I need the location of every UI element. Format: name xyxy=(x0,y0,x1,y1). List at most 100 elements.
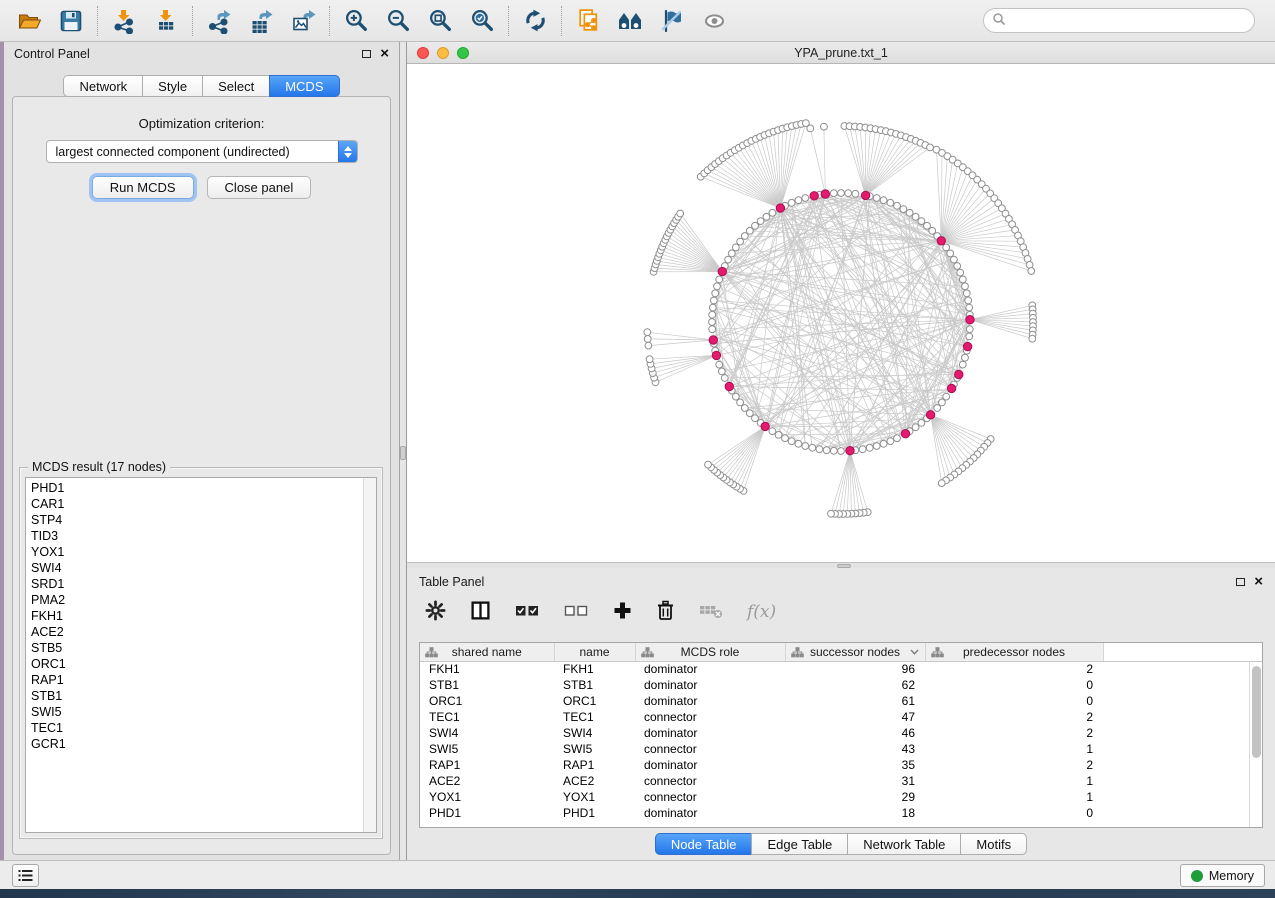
table-cell: STB1 xyxy=(554,677,635,693)
apply-preferred-layout-icon[interactable] xyxy=(514,3,556,39)
mcds-result-title: MCDS result (17 nodes) xyxy=(28,460,170,474)
status-bar: Memory xyxy=(0,860,1275,889)
import-table-icon[interactable] xyxy=(145,3,187,39)
export-network-icon[interactable] xyxy=(198,3,240,39)
save-session-icon[interactable] xyxy=(50,3,92,39)
result-node[interactable]: STB1 xyxy=(31,688,376,704)
export-image-icon[interactable] xyxy=(282,3,324,39)
tab-select[interactable]: Select xyxy=(202,75,269,97)
table-row[interactable]: PHD1PHD1dominator180 xyxy=(420,805,1262,821)
search-input[interactable] xyxy=(1011,11,1254,31)
tab-style[interactable]: Style xyxy=(142,75,202,97)
result-node[interactable]: RAP1 xyxy=(31,672,376,688)
column-header-predecessor-nodes[interactable]: predecessor nodes xyxy=(925,643,1103,661)
table-row[interactable]: STB1STB1dominator620 xyxy=(420,677,1262,693)
tab-network[interactable]: Network xyxy=(63,75,142,97)
close-table-panel-icon[interactable]: × xyxy=(1254,576,1263,588)
memory-button[interactable]: Memory xyxy=(1180,864,1265,887)
float-panel-icon[interactable] xyxy=(362,50,371,58)
table-tab-node-table[interactable]: Node Table xyxy=(655,833,752,855)
table-tab-network-table[interactable]: Network Table xyxy=(847,833,960,855)
table-options-gear-icon[interactable] xyxy=(425,600,446,624)
result-node[interactable]: YOX1 xyxy=(31,544,376,560)
result-node[interactable]: PMA2 xyxy=(31,592,376,608)
table-row[interactable]: TEC1TEC1connector472 xyxy=(420,709,1262,725)
delete-table-icon[interactable] xyxy=(699,602,723,623)
close-panel-button[interactable]: Close panel xyxy=(207,176,312,199)
optimization-criterion-select[interactable]: largest connected component (undirected) xyxy=(46,140,358,163)
network-graph[interactable] xyxy=(407,64,1275,562)
new-network-from-selection-icon[interactable] xyxy=(567,3,609,39)
table-toolbar: f(x) xyxy=(407,594,1275,630)
network-canvas[interactable] xyxy=(407,64,1275,562)
table-tab-motifs[interactable]: Motifs xyxy=(960,833,1027,855)
network-search-field[interactable] xyxy=(983,8,1255,33)
column-header-successor-nodes[interactable]: successor nodes xyxy=(785,643,925,661)
table-row[interactable]: RAP1RAP1dominator352 xyxy=(420,757,1262,773)
result-list-scrollbar[interactable] xyxy=(363,478,376,832)
table-cell: ACE2 xyxy=(420,773,554,789)
task-history-button[interactable] xyxy=(12,864,39,887)
control-panel-tabs: NetworkStyleSelectMCDS xyxy=(4,75,399,97)
zoom-out-icon[interactable] xyxy=(377,3,419,39)
result-node[interactable]: ORC1 xyxy=(31,656,376,672)
column-header-shared-name[interactable]: shared name xyxy=(420,643,554,661)
table-cell: dominator xyxy=(635,757,785,773)
zoom-selected-icon[interactable] xyxy=(461,3,503,39)
table-cell: ORC1 xyxy=(554,693,635,709)
result-node[interactable]: TID3 xyxy=(31,528,376,544)
network-window-title: YPA_prune.txt_1 xyxy=(407,46,1275,60)
hide-selected-icon[interactable] xyxy=(651,3,693,39)
result-node[interactable]: TEC1 xyxy=(31,720,376,736)
select-all-columns-icon[interactable] xyxy=(515,603,540,622)
close-panel-icon[interactable]: × xyxy=(380,48,389,60)
export-table-icon[interactable] xyxy=(240,3,282,39)
result-node[interactable]: FKH1 xyxy=(31,608,376,624)
zoom-in-icon[interactable] xyxy=(335,3,377,39)
result-node[interactable]: GCR1 xyxy=(31,736,376,752)
show-all-icon[interactable] xyxy=(693,3,735,39)
mcds-result-list[interactable]: PHD1CAR1STP4TID3YOX1SWI4SRD1PMA2FKH1ACE2… xyxy=(25,477,377,833)
table-cell: 0 xyxy=(925,693,1103,709)
table-panel: Table Panel × f(x) shared namenameMCDS r… xyxy=(407,568,1275,860)
result-node[interactable]: SRD1 xyxy=(31,576,376,592)
table-row[interactable]: SWI5SWI5connector431 xyxy=(420,741,1262,757)
table-row[interactable]: ORC1ORC1dominator610 xyxy=(420,693,1262,709)
table-tab-edge-table[interactable]: Edge Table xyxy=(751,833,847,855)
result-node[interactable]: ACE2 xyxy=(31,624,376,640)
table-cell: SWI5 xyxy=(554,741,635,757)
result-node[interactable]: SWI4 xyxy=(31,560,376,576)
first-neighbors-icon[interactable] xyxy=(609,3,651,39)
result-node[interactable]: STP4 xyxy=(31,512,376,528)
result-node[interactable]: CAR1 xyxy=(31,496,376,512)
result-node[interactable]: SWI5 xyxy=(31,704,376,720)
create-new-column-icon[interactable] xyxy=(613,601,632,623)
run-mcds-button[interactable]: Run MCDS xyxy=(92,176,194,199)
float-table-panel-icon[interactable] xyxy=(1236,578,1245,586)
table-cell: 46 xyxy=(785,725,925,741)
network-window-titlebar[interactable]: YPA_prune.txt_1 xyxy=(407,42,1275,64)
table-row[interactable]: FKH1FKH1dominator962 xyxy=(420,661,1262,677)
tab-mcds[interactable]: MCDS xyxy=(269,75,339,97)
function-builder-icon[interactable]: f(x) xyxy=(747,602,776,622)
result-node[interactable]: STB5 xyxy=(31,640,376,656)
show-column-icon[interactable] xyxy=(470,600,491,624)
zoom-fit-content-icon[interactable] xyxy=(419,3,461,39)
open-session-icon[interactable] xyxy=(8,3,50,39)
table-cell: 47 xyxy=(785,709,925,725)
result-node[interactable]: PHD1 xyxy=(31,480,376,496)
column-header-name[interactable]: name xyxy=(554,643,635,661)
deselect-all-columns-icon[interactable] xyxy=(564,603,589,622)
table-row[interactable]: YOX1YOX1connector291 xyxy=(420,789,1262,805)
delete-columns-icon[interactable] xyxy=(656,600,675,624)
table-cell-filler xyxy=(1103,741,1262,757)
column-header-MCDS-role[interactable]: MCDS role xyxy=(635,643,785,661)
table-cell: PHD1 xyxy=(554,805,635,821)
table-row[interactable]: SWI4SWI4dominator462 xyxy=(420,725,1262,741)
table-row[interactable]: ACE2ACE2connector311 xyxy=(420,773,1262,789)
control-panel: Control Panel × NetworkStyleSelectMCDS O… xyxy=(4,42,400,860)
import-network-icon[interactable] xyxy=(103,3,145,39)
search-icon xyxy=(992,12,1006,29)
table-scrollbar[interactable] xyxy=(1249,662,1262,827)
table-scrollbar-thumb[interactable] xyxy=(1252,666,1261,758)
